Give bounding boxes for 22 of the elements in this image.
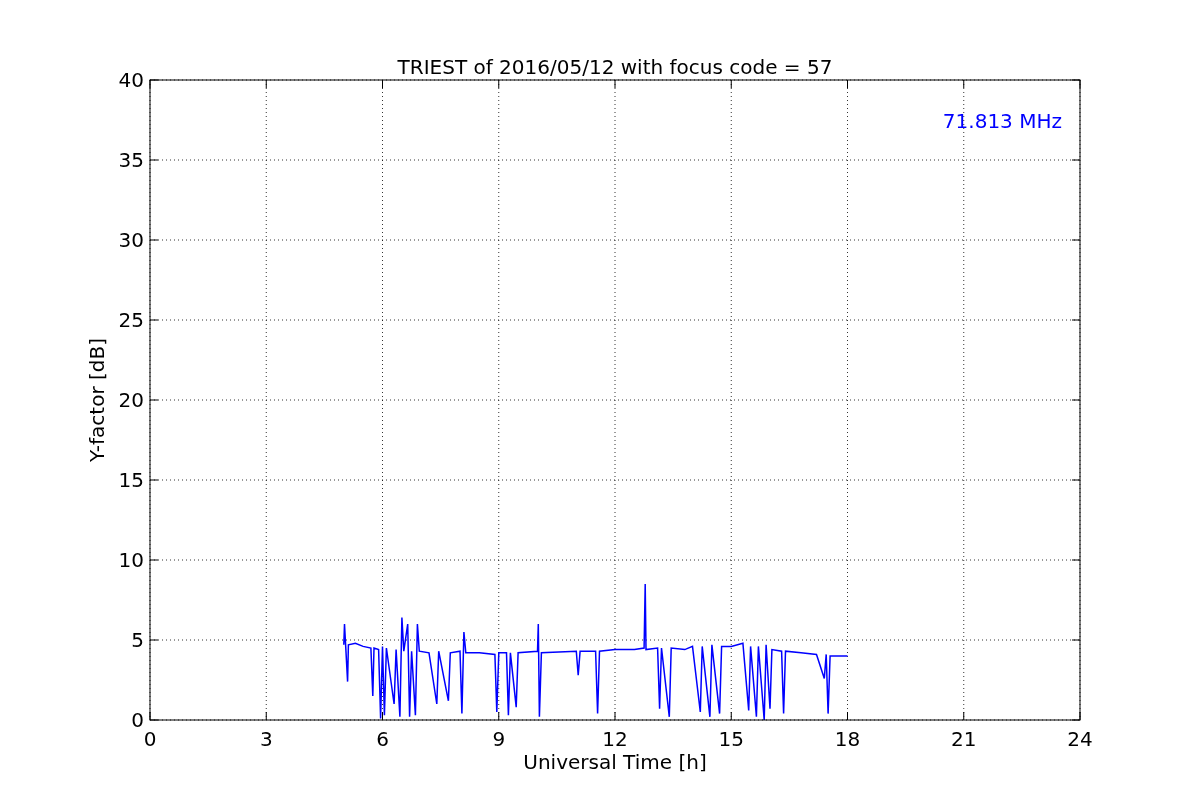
x-tick-label: 18 — [834, 727, 861, 751]
y-tick-label: 40 — [118, 68, 144, 92]
x-tick-label: 3 — [259, 727, 273, 751]
y-tick-label: 0 — [131, 708, 144, 732]
x-axis-label: Universal Time [h] — [523, 750, 707, 774]
chart-title: TRIEST of 2016/05/12 with focus code = 57 — [397, 55, 833, 79]
x-tick-label: 21 — [951, 727, 977, 751]
x-tick-label: 12 — [602, 727, 628, 751]
y-tick-label: 5 — [131, 628, 144, 652]
y-tick-label: 20 — [118, 388, 144, 412]
x-tick-label: 6 — [376, 727, 389, 751]
x-tick-label: 15 — [718, 727, 744, 751]
x-tick-label: 0 — [143, 727, 157, 751]
frequency-annotation: 71.813 MHz — [942, 109, 1062, 133]
y-tick-label: 25 — [118, 308, 144, 332]
x-tick-label: 9 — [492, 727, 506, 751]
y-tick-label: 15 — [118, 468, 144, 492]
x-tick-label: 24 — [1067, 727, 1093, 751]
y-axis-label: Y-factor [dB] — [85, 338, 109, 462]
y-tick-label: 10 — [118, 548, 144, 572]
y-tick-label: 35 — [118, 148, 144, 172]
y-tick-label: 30 — [118, 228, 144, 252]
